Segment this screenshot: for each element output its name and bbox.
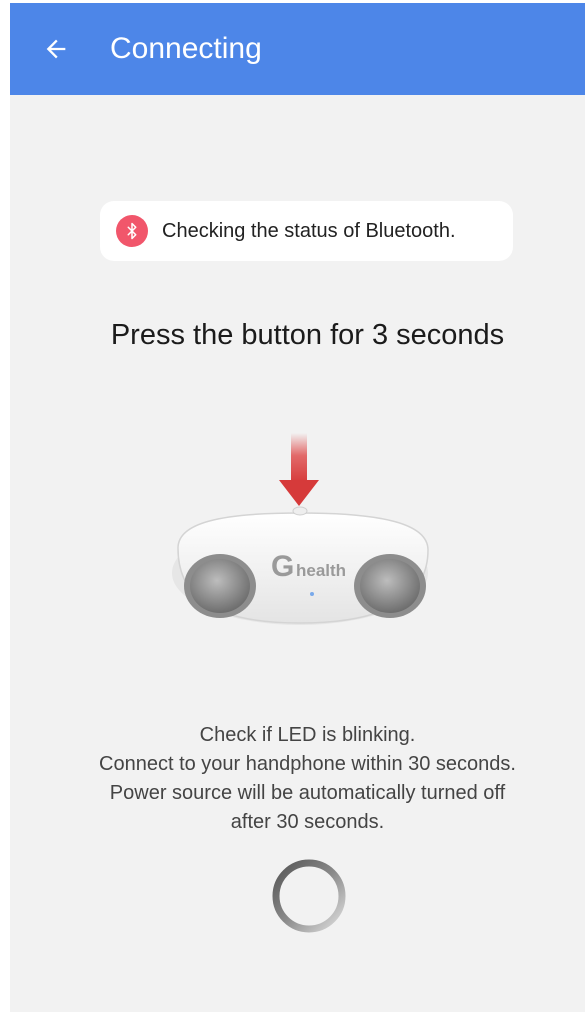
instruction-line: Power source will be automatically turne… (109, 782, 506, 804)
device-body: G health (172, 506, 429, 625)
device-left-button (184, 554, 256, 618)
instructions-text: Check if LED is blinking. Connect to you… (10, 721, 585, 837)
device-brand-text: health (296, 561, 346, 580)
instruction-line: Connect to your handphone within 30 seco… (99, 753, 516, 775)
press-arrow-icon (279, 433, 319, 506)
back-button[interactable] (36, 29, 76, 69)
connecting-screen: Connecting Checking the status of Blueto… (10, 3, 585, 1012)
loading-spinner-icon (269, 856, 349, 936)
device-led (310, 592, 314, 596)
arrow-left-icon (46, 39, 66, 59)
app-bar: Connecting (10, 3, 585, 95)
device-illustration: G health (160, 428, 440, 628)
bluetooth-status-banner: Checking the status of Bluetooth. (100, 201, 513, 261)
bluetooth-status-text: Checking the status of Bluetooth. (162, 219, 456, 242)
instruction-line: after 30 seconds. (230, 811, 385, 833)
page-title: Connecting (110, 32, 262, 65)
device-brand-mark: G (271, 550, 294, 583)
device-right-button (354, 554, 426, 618)
instruction-line: Check if LED is blinking. (199, 724, 416, 746)
bluetooth-icon (116, 215, 148, 247)
instruction-heading: Press the button for 3 seconds (110, 319, 505, 351)
